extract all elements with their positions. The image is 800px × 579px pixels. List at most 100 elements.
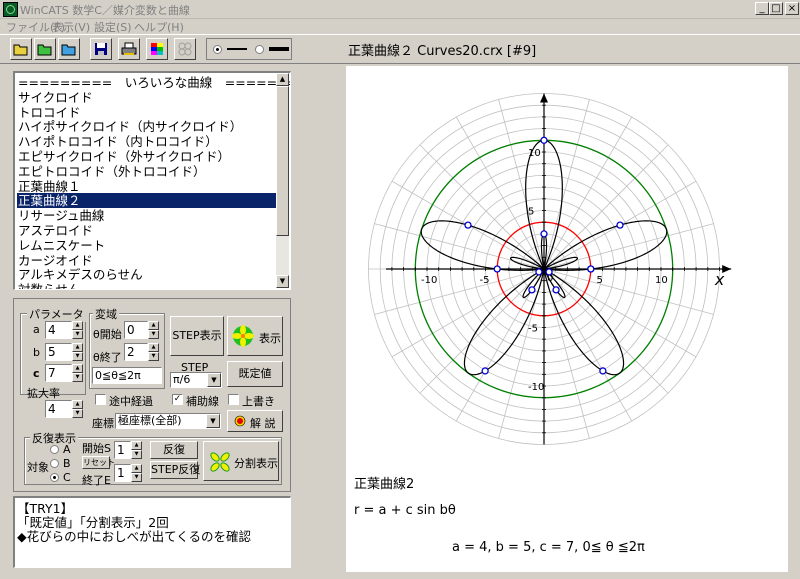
grid-ray [543,268,697,358]
zoom-input[interactable]: 4 [45,400,72,418]
list-item[interactable]: ハイポトロコイド（内トロコイド） [17,134,276,149]
save-button[interactable] [90,38,112,60]
theta-end-spinner[interactable]: ▲ ▼ [148,343,159,361]
params-group-label: パラメータ [27,306,86,322]
thick-line-sample [269,47,289,51]
scroll-up-button[interactable]: ▲ [276,73,289,86]
thin-line-radio[interactable] [213,45,222,54]
param-b-spinner[interactable]: ▲ ▼ [72,343,83,361]
record-icon [234,415,246,427]
save-folder-icon [61,44,76,56]
list-item[interactable]: サイクロイド [17,90,276,105]
list-item[interactable]: エピサイクロイド（外サイクロイド） [17,149,276,164]
y-tick-label: 5 [528,207,534,218]
param-b-input[interactable]: 5 [45,343,72,361]
menu-help[interactable]: ヘルプ(H) [134,19,184,35]
print-button[interactable] [118,38,140,60]
grid-button[interactable] [174,38,196,60]
overwrite-checkbox[interactable] [228,394,239,405]
theta-start-spinner[interactable]: ▲ ▼ [148,321,159,339]
grid-ray [391,268,545,358]
list-item[interactable]: リサージュ曲線 [17,208,276,223]
maximize-button[interactable]: □ [769,2,783,15]
sample-point [545,268,553,276]
reset-button[interactable]: リセット [82,456,115,469]
repeat-option-b-radio[interactable] [50,459,59,468]
param-c-spinner[interactable]: ▲ ▼ [72,364,83,382]
sample-point [540,136,548,144]
list-item[interactable]: アステロイド [17,223,276,238]
list-scrollbar[interactable]: ▲ ▼ [276,73,289,288]
list-item[interactable]: ========= いろいろな曲線 ========== [17,75,290,90]
list-item[interactable]: レムニスケート [17,238,276,253]
param-a-spinner[interactable]: ▲ ▼ [72,321,83,339]
open-folder-green-icon [37,44,52,56]
param-a-input[interactable]: 4 [45,321,72,339]
title-bar: WinCATS 数学C／媒介変数と曲線 _ □ × [0,0,800,19]
list-item[interactable]: エピトロコイド（外トロコイド） [17,164,276,179]
app-icon[interactable] [3,2,18,17]
sample-point [528,286,536,294]
x-tick-label: -5 [480,275,490,286]
repeat-option-c-radio[interactable] [50,473,59,482]
theta-start-input[interactable]: 0 [124,321,148,339]
theta-end-input[interactable]: 2 [124,343,148,361]
curve-name: 正葉曲線2 [354,476,414,492]
grid-ray [419,268,545,394]
window-title: WinCATS 数学C／媒介変数と曲線 [20,4,190,17]
step-display-button[interactable]: STEP表示 [170,316,224,356]
menu-view[interactable]: 表示(V) [52,19,90,35]
repeat-end-input[interactable]: 1 [114,464,131,482]
param-text: a = 4, b = 5, c = 7, 0≦ θ ≦2π [452,540,645,555]
save-folder-button[interactable] [58,38,80,60]
scroll-down-button[interactable]: ▼ [276,275,289,288]
sample-point [493,265,501,273]
repeat-start-input[interactable]: 1 [114,441,131,459]
aux-line-checkbox[interactable]: ✓ [172,394,183,405]
midway-checkbox[interactable] [95,394,106,405]
scroll-thumb[interactable] [276,86,289,236]
theta-range-field: 0≦θ≦2π [92,367,162,384]
floppy-disk-icon [95,43,107,55]
param-c-input[interactable]: 7 [45,364,72,382]
explain-button-label: 解 説 [250,417,276,430]
list-item[interactable]: ハイポサイクロイド（内サイクロイド） [17,119,276,134]
list-item[interactable]: トロコイド [17,105,276,120]
step-dropdown-button[interactable]: ▼ [207,373,221,387]
minimize-button[interactable]: _ [755,2,769,15]
repeat-option-a-radio[interactable] [50,445,59,454]
list-item[interactable]: 正葉曲線１ [17,179,276,194]
list-item[interactable]: 正葉曲線２ [17,193,276,209]
menu-settings[interactable]: 設定(S) [94,19,132,35]
coord-dropdown-button[interactable]: ▼ [206,414,220,428]
repeat-option-c-label: C [63,471,71,484]
repeat-end-spinner[interactable]: ▲ ▼ [131,464,142,482]
repeat-start-spinner[interactable]: ▲ ▼ [131,441,142,459]
split-display-button[interactable]: 分割表示 [203,441,279,481]
step-repeat-button[interactable]: STEP反復 [150,461,200,479]
thin-line-sample [227,48,247,50]
list-item[interactable]: カージオイド [17,253,276,268]
x-tick-label: -10 [421,275,437,286]
y-tick-label: -10 [528,382,544,393]
curve-list[interactable]: ========= いろいろな曲線 ==========サイクロイドトロコイドハ… [13,71,291,290]
repeat-button[interactable]: 反復 [150,441,198,459]
sample-point [464,221,472,229]
close-button[interactable]: × [785,2,799,15]
explain-button[interactable]: 解 説 [227,410,283,432]
step-select-value: π/6 [173,373,191,386]
open-folder-green-button[interactable] [34,38,56,60]
zoom-spinner[interactable]: ▲ ▼ [72,400,83,418]
color-button[interactable] [146,38,168,60]
thick-line-radio[interactable] [255,45,264,54]
graph-canvas[interactable]: -10 -5 5 10 10 5 -5 -10 0 x 正葉曲線2 r = a + c sin bθ a… [346,66,788,572]
list-item[interactable]: 対数らせん [17,282,276,289]
default-button[interactable]: 既定値 [227,361,283,387]
line-style-group [206,38,292,60]
memo-box[interactable]: 【TRY1】 「既定値」「分割表示」2回 ◆花びらの中におしべが出てくるのを確認 [13,496,291,568]
open-folder-button[interactable] [10,38,32,60]
coord-select-value: 極座標(全部) [118,414,182,427]
display-button[interactable]: 表示 [227,316,283,356]
split-flower-icon [210,452,230,472]
list-item[interactable]: アルキメデスのらせん [17,267,276,282]
